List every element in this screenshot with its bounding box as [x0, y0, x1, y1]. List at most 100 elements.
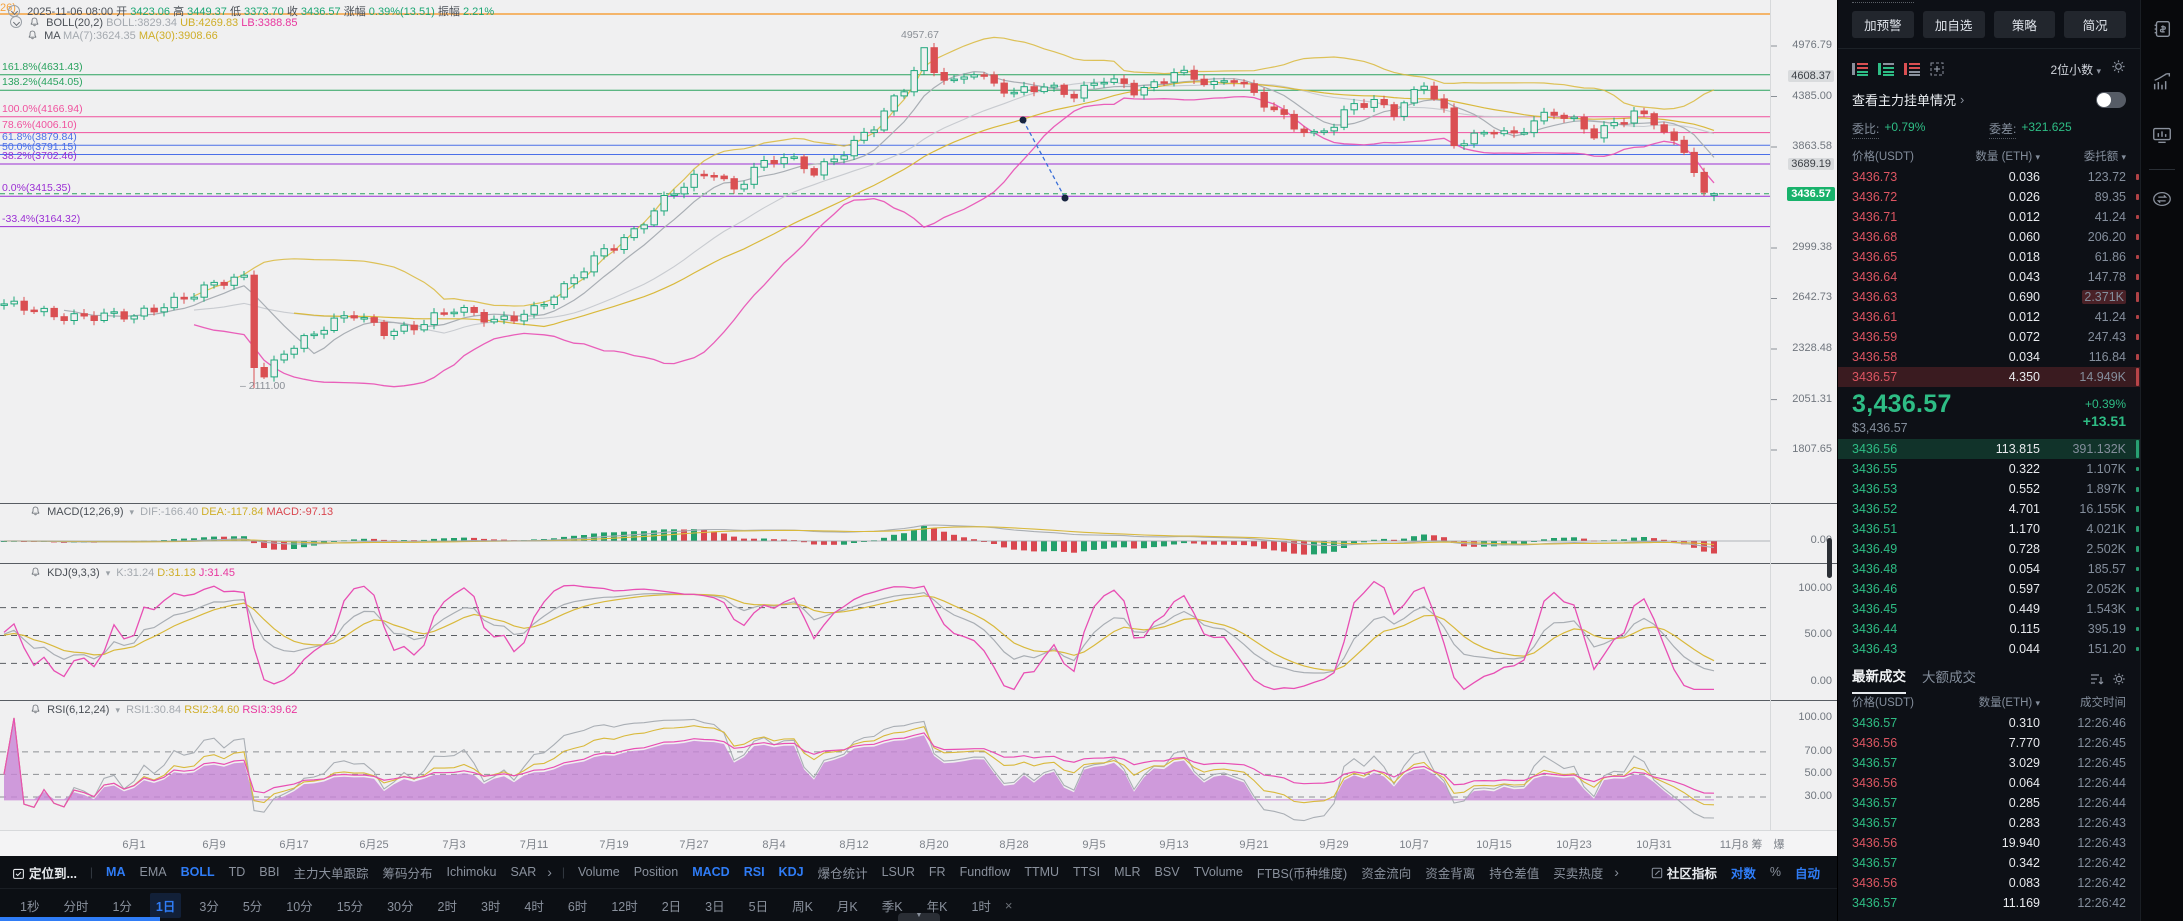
timeframe-chip[interactable]: 12时 [605, 893, 643, 918]
indicator-chip[interactable]: BBI [259, 865, 279, 879]
collapse-handle[interactable]: ▼ [898, 912, 940, 921]
indicator-chip[interactable]: FR [929, 865, 946, 879]
timeframe-chip[interactable]: 2时 [432, 893, 463, 918]
alert-bell-icon[interactable] [30, 505, 41, 520]
bid-row[interactable]: 3436.43 0.044 151.20 [1838, 639, 2140, 659]
indicator-chip[interactable]: RSI [744, 865, 765, 879]
timeframe-chip[interactable]: 6时 [562, 893, 593, 918]
toolbar-right-chip[interactable]: % [1770, 865, 1781, 879]
timeframe-chip[interactable]: 周K [786, 893, 819, 918]
decimals-selector[interactable]: 2位小数 ▾ [2050, 61, 2101, 78]
date-marker[interactable]: 筹 [1747, 836, 1767, 852]
dropdown-caret-icon[interactable]: ▾ [116, 705, 121, 715]
trade-row[interactable]: 3436.56 19.940 12:26:43 [1838, 833, 2140, 853]
toolbar-right-chip[interactable]: 社区指标 [1651, 863, 1717, 882]
bid-row[interactable]: 3436.45 0.449 1.543K [1838, 599, 2140, 619]
trade-row[interactable]: 3436.57 11.169 12:26:42 [1838, 893, 2140, 913]
timeframe-chip[interactable]: 2日 [656, 893, 687, 918]
book-view-asks-icon[interactable] [1904, 62, 1920, 76]
ask-row[interactable]: 3436.63 0.690 2.371K [1838, 287, 2140, 307]
indicator-chip[interactable]: TD [229, 865, 246, 879]
book-view-bids-icon[interactable] [1878, 62, 1894, 76]
sort-caret-icon[interactable]: ▾ [2121, 152, 2126, 162]
kdj-indicator-label[interactable]: KDJ(9,3,3) [47, 567, 100, 579]
indicator-chip[interactable]: TTMU [1024, 865, 1059, 879]
timeframe-chip[interactable]: 5日 [743, 893, 774, 918]
indicator-chip[interactable]: FTBS(币种维度) [1257, 863, 1347, 882]
bid-row[interactable]: 3436.52 4.701 16.155K [1838, 499, 2140, 519]
indicator-chip[interactable]: 主力大单跟踪 [293, 863, 368, 882]
timeframe-chip[interactable]: 4时 [518, 893, 549, 918]
trade-row[interactable]: 3436.57 0.285 12:26:44 [1838, 793, 2140, 813]
indicator-chip[interactable]: TTSI [1073, 865, 1100, 879]
timeframe-chip[interactable]: 3日 [699, 893, 730, 918]
trade-row[interactable]: 3436.56 7.770 12:26:45 [1838, 733, 2140, 753]
indicator-chip[interactable]: Position [634, 865, 678, 879]
alert-bell-icon[interactable] [30, 566, 41, 581]
indicator-chip[interactable]: EMA [140, 865, 167, 879]
bid-row[interactable]: 3436.48 0.054 185.57 [1838, 559, 2140, 579]
bid-row[interactable]: 3436.53 0.552 1.897K [1838, 479, 2140, 499]
timeframe-chip[interactable]: 15分 [331, 893, 369, 918]
timeframe-chip[interactable]: 10分 [280, 893, 318, 918]
timeframe-chip[interactable]: 1日 [149, 892, 182, 918]
indicator-chip[interactable]: 资金背离 [1425, 863, 1475, 882]
bid-row[interactable]: 3436.46 0.597 2.052K [1838, 579, 2140, 599]
trades-tab[interactable]: 最新成交 [1852, 665, 1906, 694]
trades-settings-gear-icon[interactable] [2112, 672, 2126, 686]
indicator-chip[interactable]: MLR [1114, 865, 1140, 879]
date-marker[interactable]: 爆 [1769, 836, 1789, 852]
bid-row[interactable]: 3436.51 1.170 4.021K [1838, 519, 2140, 539]
ask-row[interactable]: 3436.58 0.034 116.84 [1838, 347, 2140, 367]
panel-action-button[interactable]: 加自选 [1922, 11, 1985, 38]
indicator-chip[interactable]: BSV [1155, 865, 1180, 879]
bid-row[interactable]: 3436.55 0.322 1.107K [1838, 459, 2140, 479]
alert-bell-icon[interactable] [27, 29, 38, 44]
horizontal-scrollbar-thumb[interactable] [0, 917, 160, 921]
panel-action-button[interactable]: 策略 [1993, 11, 2056, 38]
bid-row[interactable]: 3436.56 113.815 391.132K [1838, 439, 2140, 459]
timeframe-chip[interactable]: 5分 [237, 893, 268, 918]
dropdown-caret-icon[interactable]: ▾ [106, 568, 111, 578]
trade-row[interactable]: 3436.57 0.342 12:26:42 [1838, 853, 2140, 873]
indicator-chip[interactable]: › [547, 864, 552, 880]
rsi-indicator-label[interactable]: RSI(6,12,24) [47, 704, 109, 716]
indicator-chip[interactable]: Ichimoku [446, 865, 496, 879]
ask-row[interactable]: 3436.57 4.350 14.949K [1838, 367, 2140, 387]
timeframe-chip[interactable]: 1分 [106, 893, 137, 918]
timeframe-chip[interactable]: 月K [831, 893, 864, 918]
indicator-chip[interactable]: Fundflow [960, 865, 1011, 879]
add-view-icon[interactable] [1930, 62, 1946, 76]
order-flow-icon[interactable] [2151, 18, 2173, 45]
trade-row[interactable]: 3436.57 3.029 12:26:45 [1838, 753, 2140, 773]
boll-indicator-label[interactable]: BOLL(20,2) [46, 17, 103, 29]
indicator-chip[interactable]: MA [106, 865, 125, 879]
trades-tab[interactable]: 大额成交 [1922, 666, 1976, 693]
ask-row[interactable]: 3436.73 0.036 123.72 [1838, 167, 2140, 187]
macd-indicator-label[interactable]: MACD(12,26,9) [47, 506, 123, 518]
trend-chart-icon[interactable] [2151, 71, 2173, 98]
timeframe-chip[interactable]: 分时 [57, 893, 94, 918]
chart-scrollbar[interactable] [1827, 538, 1832, 578]
alert-bell-icon[interactable] [30, 703, 41, 718]
indicator-chip[interactable]: MACD [692, 865, 730, 879]
trade-row[interactable]: 3436.57 0.283 12:26:43 [1838, 813, 2140, 833]
indicator-chip[interactable]: 爆仓统计 [818, 863, 868, 882]
trade-row[interactable]: 3436.57 0.310 12:26:46 [1838, 713, 2140, 733]
timeframe-chip[interactable]: 1时 [965, 893, 996, 918]
indicator-chip[interactable]: TVolume [1194, 865, 1243, 879]
panel-action-button[interactable]: 加预警 [1852, 11, 1914, 38]
indicator-chip[interactable]: 筹码分布 [382, 863, 432, 882]
swap-icon[interactable] [2151, 188, 2173, 215]
indicator-chip[interactable]: 持仓差值 [1489, 863, 1539, 882]
indicator-chip[interactable]: KDJ [779, 865, 804, 879]
toolbar-right-chip[interactable]: 对数 [1731, 863, 1756, 882]
book-view-both-icon[interactable] [1852, 62, 1868, 76]
trade-row[interactable]: 3436.56 0.064 12:26:44 [1838, 773, 2140, 793]
main-orders-link[interactable]: 查看主力挂单情况 › [1838, 83, 2140, 116]
bid-row[interactable]: 3436.49 0.728 2.502K [1838, 539, 2140, 559]
indicator-chip[interactable]: LSUR [882, 865, 915, 879]
locate-button[interactable]: 定位到... [12, 863, 77, 882]
indicator-chip[interactable]: 资金流向 [1361, 863, 1411, 882]
timeframe-chip[interactable]: 3分 [193, 893, 224, 918]
